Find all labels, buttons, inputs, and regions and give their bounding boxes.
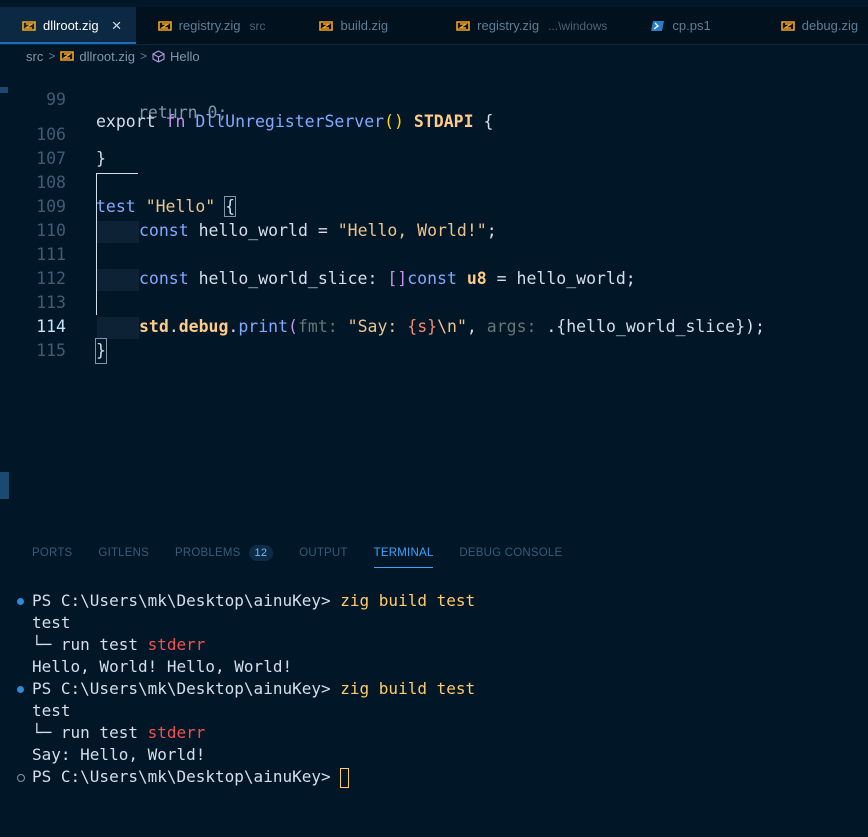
- prompt: PS C:\Users\mk\Desktop\ainuKey>: [32, 767, 331, 786]
- terminal-line: Say: Hello, World!: [32, 745, 206, 764]
- code-line: 112: [0, 243, 868, 288]
- tab-label: OUTPUT: [299, 547, 348, 559]
- tab-output[interactable]: OUTPUT: [299, 545, 347, 568]
- command-pending-icon[interactable]: [17, 774, 25, 782]
- code-line: 109 const hello_world = "Hello, World!";: [0, 171, 868, 243]
- command-success-icon[interactable]: [17, 686, 24, 693]
- terminal-line: └─ run test stderr: [32, 634, 205, 656]
- zig-icon: [157, 20, 172, 31]
- zig-icon: [60, 51, 75, 61]
- prompt: PS C:\Users\mk\Desktop\ainuKey>: [32, 591, 331, 610]
- tab-debug-console[interactable]: DEBUG CONSOLE: [459, 545, 562, 568]
- tab-cp-ps1[interactable]: cp.ps1: [621, 7, 724, 44]
- chevron-right-icon: >: [48, 49, 56, 63]
- tab-label: PROBLEMS: [175, 547, 241, 559]
- zig-icon: [780, 20, 795, 31]
- zig-icon: [319, 20, 334, 31]
- tab-dllroot[interactable]: dllroot.zig ×: [0, 7, 136, 44]
- terminal-cursor: [340, 767, 350, 788]
- bracket-match: }: [95, 338, 107, 364]
- output-text: └─ run test: [32, 635, 138, 654]
- tab-label: TERMINAL: [373, 546, 434, 559]
- terminal-line: └─ run test stderr: [32, 722, 205, 744]
- code-line: 107: [0, 123, 868, 168]
- command-success-icon[interactable]: [17, 598, 24, 605]
- breadcrumb-file[interactable]: dllroot.zig: [79, 49, 135, 64]
- tab-gitlens[interactable]: GITLENS: [98, 545, 149, 568]
- tab-build[interactable]: build.zig: [279, 7, 402, 44]
- code-line: 115: [0, 315, 868, 360]
- terminal-line: Hello, World! Hello, World!: [32, 657, 293, 676]
- prompt: PS C:\Users\mk\Desktop\ainuKey>: [32, 679, 331, 698]
- code-line: 108 test "Hello" {: [0, 147, 868, 217]
- terminal-line: test: [32, 701, 71, 720]
- terminal-line: PS C:\Users\mk\Desktop\ainuKey> zig buil…: [32, 590, 475, 612]
- tab-registry-windows[interactable]: registry.zig ...\windows: [402, 7, 621, 44]
- chevron-right-icon: >: [140, 49, 148, 63]
- problems-count-badge: 12: [248, 545, 274, 561]
- bracket-guide: [96, 173, 97, 315]
- tab-label: PORTS: [32, 547, 73, 559]
- sticky-scroll-line: 99 export fn DllUnregisterServer() STDAP…: [0, 67, 868, 131]
- code-line: 110: [0, 195, 868, 240]
- tab-label: registry.zig: [178, 18, 241, 33]
- window-top-strip: [0, 0, 868, 7]
- line-number: 115: [36, 341, 66, 360]
- breadcrumb: src > dllroot.zig > Hello: [0, 45, 868, 67]
- cube-icon: [152, 49, 165, 63]
- error-text: stderr: [147, 723, 206, 742]
- breadcrumb-symbol[interactable]: Hello: [170, 49, 200, 64]
- code-line: 113 std.debug.print(fmt: "Say: {s}\n", a…: [0, 267, 868, 339]
- tab-ports[interactable]: PORTS: [32, 545, 72, 568]
- panel-tab-bar: PORTS GITLENS PROBLEMS 12 OUTPUT TERMINAL…: [32, 545, 562, 568]
- tab-path-hint: src: [249, 18, 266, 33]
- editor-tab-bar: dllroot.zig × registry.zig src build.zig…: [0, 7, 868, 45]
- powershell-icon: [651, 20, 665, 31]
- bottom-panel: PORTS GITLENS PROBLEMS 12 OUTPUT TERMINAL…: [0, 527, 868, 837]
- tab-label: GITLENS: [98, 547, 150, 559]
- tab-label: build.zig: [340, 18, 389, 33]
- command: zig build test: [340, 591, 476, 610]
- code-line: 114 }: [0, 291, 868, 364]
- code-editor[interactable]: return 0; 99 export fn DllUnregisterServ…: [0, 67, 868, 527]
- bracket-guide: [96, 173, 138, 174]
- tab-label: dllroot.zig: [43, 18, 99, 33]
- tab-label: registry.zig: [477, 18, 540, 33]
- code-line: 106 }: [0, 99, 868, 168]
- terminal-line: PS C:\Users\mk\Desktop\ainuKey> zig buil…: [32, 678, 475, 700]
- command: zig build test: [340, 679, 476, 698]
- tab-problems[interactable]: PROBLEMS 12: [175, 545, 274, 568]
- code-line: 111 const hello_world_slice: []const u8 …: [0, 219, 868, 291]
- output-text: └─ run test: [32, 723, 138, 742]
- tab-label: cp.ps1: [672, 18, 711, 33]
- scroll-marker: [0, 472, 9, 499]
- terminal-line: PS C:\Users\mk\Desktop\ainuKey>: [32, 766, 350, 788]
- zig-icon: [456, 20, 470, 31]
- tab-debug[interactable]: debug.zig: [725, 7, 868, 44]
- tab-label: DEBUG CONSOLE: [459, 547, 563, 559]
- breadcrumb-folder[interactable]: src: [26, 49, 43, 64]
- tab-path-hint: ...\windows: [548, 18, 608, 33]
- tab-label: debug.zig: [801, 18, 859, 33]
- error-text: stderr: [147, 635, 206, 654]
- tab-registry-src[interactable]: registry.zig src: [136, 7, 280, 44]
- terminal-line: test: [32, 613, 71, 632]
- zig-icon: [22, 20, 36, 31]
- tab-terminal[interactable]: TERMINAL: [373, 545, 434, 568]
- close-icon[interactable]: ×: [112, 17, 122, 34]
